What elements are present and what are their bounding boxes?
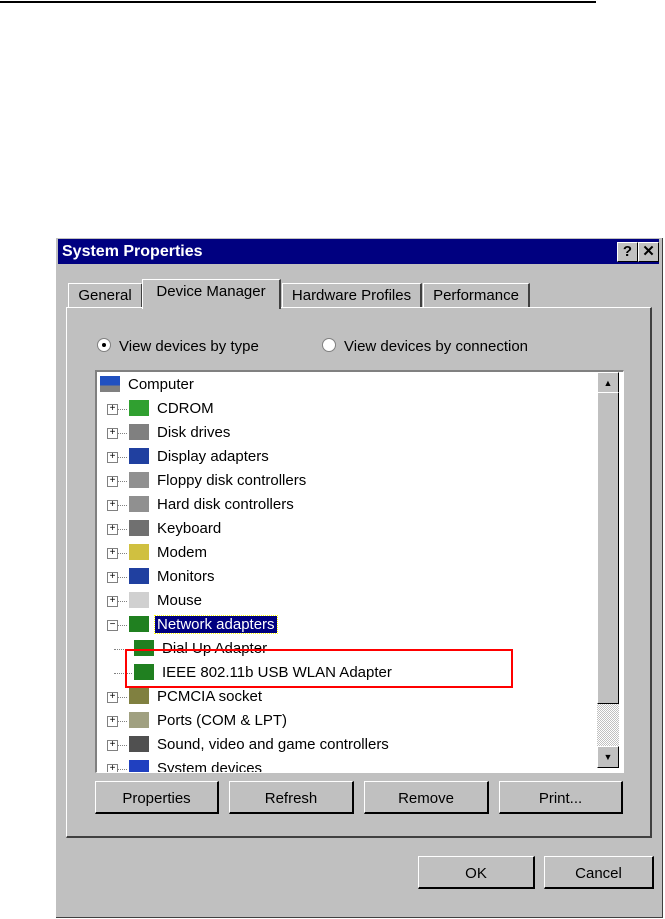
tree-item[interactable]: + Floppy disk controllers [107, 470, 308, 492]
tree-item[interactable]: + Disk drives [107, 422, 232, 444]
tree-item[interactable]: + Modem [107, 542, 209, 564]
collapse-icon[interactable]: − [107, 620, 118, 631]
close-button[interactable]: ✕ [638, 242, 659, 262]
expand-icon[interactable]: + [107, 572, 118, 583]
tab-hardware-profiles[interactable]: Hardware Profiles [282, 283, 422, 308]
tree-item-label: Disk drives [157, 424, 231, 441]
expand-icon[interactable]: + [107, 500, 118, 511]
highlight-annotation-box [125, 649, 513, 688]
expand-icon[interactable]: + [107, 740, 118, 751]
tree-item[interactable]: + CDROM [107, 398, 216, 420]
dialog-title: System Properties [62, 243, 203, 260]
tree-item[interactable]: + Display adapters [107, 446, 271, 468]
tree-root-computer[interactable]: Computer [100, 374, 196, 396]
hdd-controller-icon [129, 496, 149, 512]
tree-item-label: Keyboard [157, 520, 222, 537]
scroll-thumb[interactable] [597, 392, 619, 704]
expand-icon[interactable]: + [107, 524, 118, 535]
tab-general[interactable]: General [68, 283, 143, 308]
expand-icon[interactable]: + [107, 692, 118, 703]
ok-button[interactable]: OK [418, 856, 535, 889]
mouse-icon [129, 592, 149, 608]
expand-icon[interactable]: + [107, 764, 118, 772]
disk-drive-icon [129, 424, 149, 440]
tree-item-label: Ports (COM & LPT) [157, 712, 288, 729]
expand-icon[interactable]: + [107, 404, 118, 415]
tree-item-label: Monitors [157, 568, 215, 585]
expand-icon[interactable]: + [107, 476, 118, 487]
scroll-up-button[interactable]: ▲ [597, 372, 619, 394]
tree-item[interactable]: + Ports (COM & LPT) [107, 710, 289, 732]
keyboard-icon [129, 520, 149, 536]
tree-item-label: Mouse [157, 592, 203, 609]
properties-button[interactable]: Properties [95, 781, 219, 814]
tree-item-label: Hard disk controllers [157, 496, 294, 513]
radio-view-by-connection[interactable]: View devices by connection [322, 337, 528, 357]
port-icon [129, 712, 149, 728]
title-bar: System Properties [58, 239, 659, 264]
modem-icon [129, 544, 149, 560]
tree-item[interactable]: + PCMCIA socket [107, 686, 264, 708]
system-icon [129, 760, 149, 772]
tree-item-label: Floppy disk controllers [157, 472, 307, 489]
tree-item-label: Sound, video and game controllers [157, 736, 389, 753]
tab-performance[interactable]: Performance [423, 283, 530, 308]
remove-button[interactable]: Remove [364, 781, 489, 814]
tree-item-label: PCMCIA socket [157, 688, 263, 705]
computer-icon [100, 376, 120, 392]
tree-item-label: CDROM [157, 400, 214, 417]
device-tree[interactable]: Computer + CDROM + Disk drives + Display adap… [95, 370, 624, 773]
expand-icon[interactable]: + [107, 596, 118, 607]
tab-device-manager[interactable]: Device Manager [142, 279, 281, 309]
radio-selected-icon [97, 338, 111, 352]
tree-scrollbar[interactable]: ▲ ▼ [597, 372, 619, 768]
print-button[interactable]: Print... [499, 781, 623, 814]
network-adapter-icon [129, 616, 149, 632]
tree-item[interactable]: + Hard disk controllers [107, 494, 296, 516]
tree-item-label: System devices [157, 760, 263, 773]
tree-item[interactable]: + Sound, video and game controllers [107, 734, 391, 756]
display-icon [129, 448, 149, 464]
floppy-controller-icon [129, 472, 149, 488]
help-button[interactable]: ? [617, 242, 638, 262]
expand-icon[interactable]: + [107, 716, 118, 727]
scroll-down-button[interactable]: ▼ [597, 746, 619, 768]
radio-empty-icon [322, 338, 336, 352]
expand-icon[interactable]: + [107, 548, 118, 559]
pcmcia-icon [129, 688, 149, 704]
tree-item[interactable]: + Keyboard [107, 518, 223, 540]
tree-item-label: Network adapters [154, 615, 278, 634]
tree-item-label: Modem [157, 544, 208, 561]
tree-item[interactable]: + Monitors [107, 566, 217, 588]
tree-item[interactable]: + Mouse [107, 590, 204, 612]
page-rule [0, 1, 596, 3]
cdrom-icon [129, 400, 149, 416]
radio-view-by-type[interactable]: View devices by type [97, 337, 259, 357]
refresh-button[interactable]: Refresh [229, 781, 354, 814]
expand-icon[interactable]: + [107, 452, 118, 463]
tree-item[interactable]: − Network adapters [107, 614, 278, 636]
tree-item[interactable]: + System devices [107, 758, 264, 773]
cancel-button[interactable]: Cancel [544, 856, 654, 889]
sound-icon [129, 736, 149, 752]
tree-item-label: Display adapters [157, 448, 269, 465]
expand-icon[interactable]: + [107, 428, 118, 439]
radio-label: View devices by type [119, 338, 259, 355]
monitor-icon [129, 568, 149, 584]
radio-label: View devices by connection [344, 338, 528, 355]
